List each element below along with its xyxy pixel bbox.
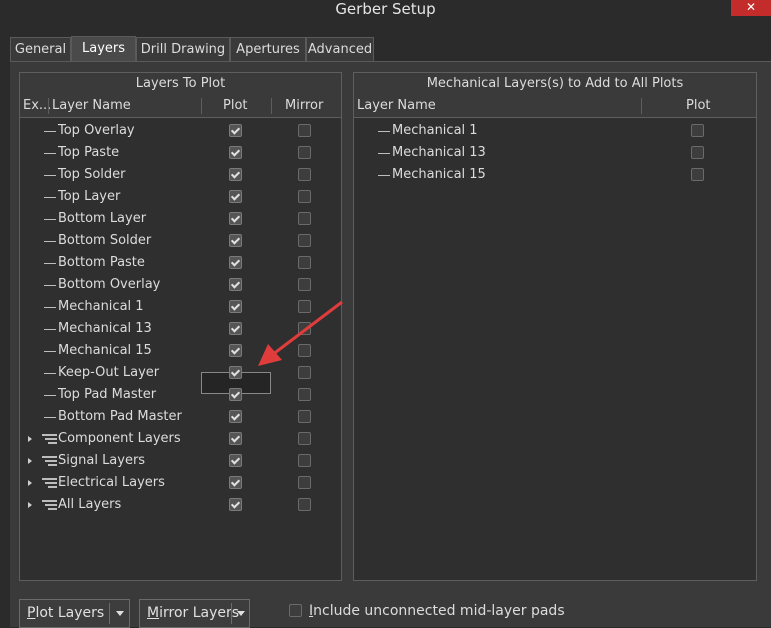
annotation-arrow-icon (258, 300, 343, 366)
